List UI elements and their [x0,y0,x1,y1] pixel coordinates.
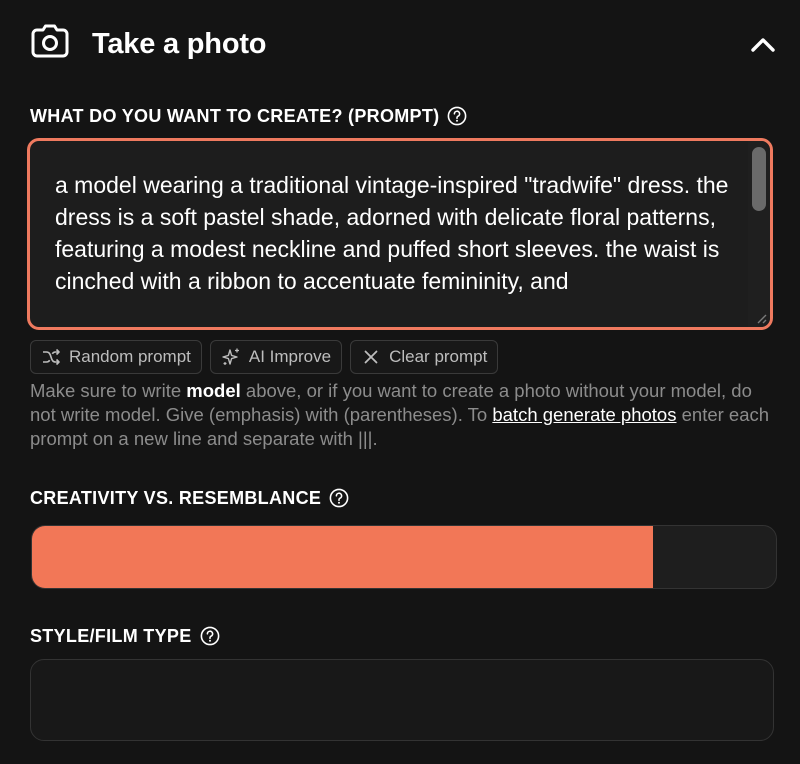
random-prompt-label: Random prompt [69,347,191,366]
help-icon[interactable] [447,106,467,126]
help-icon[interactable] [329,488,349,508]
take-photo-panel: Take a photo WHAT DO YOU WANT TO CREATE?… [0,0,800,764]
prompt-actions: Random prompt AI Improve Clear prompt [30,340,499,374]
shuffle-icon [43,348,60,366]
random-prompt-button[interactable]: Random prompt [30,340,202,374]
panel-header[interactable]: Take a photo [0,0,800,90]
style-label: STYLE/FILM TYPE [30,625,220,647]
scrollbar-thumb[interactable] [752,147,766,211]
prompt-label-text: WHAT DO YOU WANT TO CREATE? (PROMPT) [30,106,440,126]
camera-icon [31,24,69,58]
creativity-label-text: CREATIVITY VS. RESEMBLANCE [30,488,322,508]
resize-handle-icon[interactable] [752,309,768,325]
prompt-scrollbar[interactable] [748,141,770,327]
slider-fill[interactable] [32,526,654,588]
prompt-textarea[interactable]: a model wearing a traditional vintage-in… [27,138,773,330]
prompt-label: WHAT DO YOU WANT TO CREATE? (PROMPT) [30,105,467,127]
style-film-type-select[interactable] [30,659,774,741]
help-emphasis: model [186,380,241,401]
creativity-label: CREATIVITY VS. RESEMBLANCE [30,487,349,509]
close-icon [364,350,378,364]
clear-prompt-button[interactable]: Clear prompt [350,340,499,374]
prompt-text[interactable]: a model wearing a traditional vintage-in… [55,169,735,297]
sparkles-icon [222,348,239,365]
style-label-text: STYLE/FILM TYPE [30,626,192,646]
help-icon[interactable] [200,626,220,646]
ai-improve-button[interactable]: AI Improve [209,340,343,374]
panel-title: Take a photo [92,28,267,60]
help-text-part: Make sure to write [30,380,187,401]
creativity-slider[interactable] [31,525,777,589]
clear-prompt-label: Clear prompt [389,347,488,366]
ai-improve-label: AI Improve [248,347,332,366]
prompt-help-text: Make sure to write model above, or if yo… [30,379,780,451]
batch-generate-link[interactable]: batch generate photos [492,404,676,425]
chevron-up-icon[interactable] [746,30,780,60]
